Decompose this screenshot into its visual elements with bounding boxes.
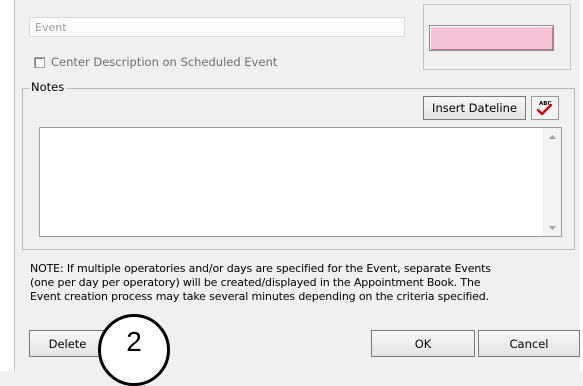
center-description-checkbox-row[interactable]: Center Description on Scheduled Event	[34, 55, 277, 69]
ok-button[interactable]: OK	[371, 330, 475, 357]
step-callout-badge: 2	[98, 314, 170, 386]
event-note-message: NOTE: If multiple operatories and/or day…	[30, 262, 575, 304]
insert-dateline-button[interactable]: Insert Dateline	[423, 96, 526, 120]
notes-textarea[interactable]	[39, 127, 562, 237]
note-line: Event creation process may take several …	[30, 290, 489, 303]
center-description-checkbox[interactable]	[34, 56, 45, 68]
notes-scrollbar[interactable]	[543, 128, 561, 236]
spell-check-icon: ABC	[536, 101, 553, 116]
event-color-swatch[interactable]	[429, 25, 554, 51]
notes-legend: Notes	[29, 80, 68, 95]
spell-check-button[interactable]: ABC	[531, 96, 559, 120]
cancel-button[interactable]: Cancel	[478, 330, 580, 357]
note-line: NOTE: If multiple operatories and/or day…	[30, 262, 491, 275]
scroll-up-arrow-icon[interactable]	[544, 128, 561, 145]
note-line: (one per day per operatory) will be crea…	[30, 276, 481, 289]
center-description-label: Center Description on Scheduled Event	[51, 55, 278, 69]
delete-button[interactable]: Delete	[29, 330, 106, 357]
event-description-field[interactable]	[29, 17, 405, 37]
window-left-edge	[0, 0, 15, 371]
scroll-down-arrow-icon[interactable]	[544, 219, 561, 236]
